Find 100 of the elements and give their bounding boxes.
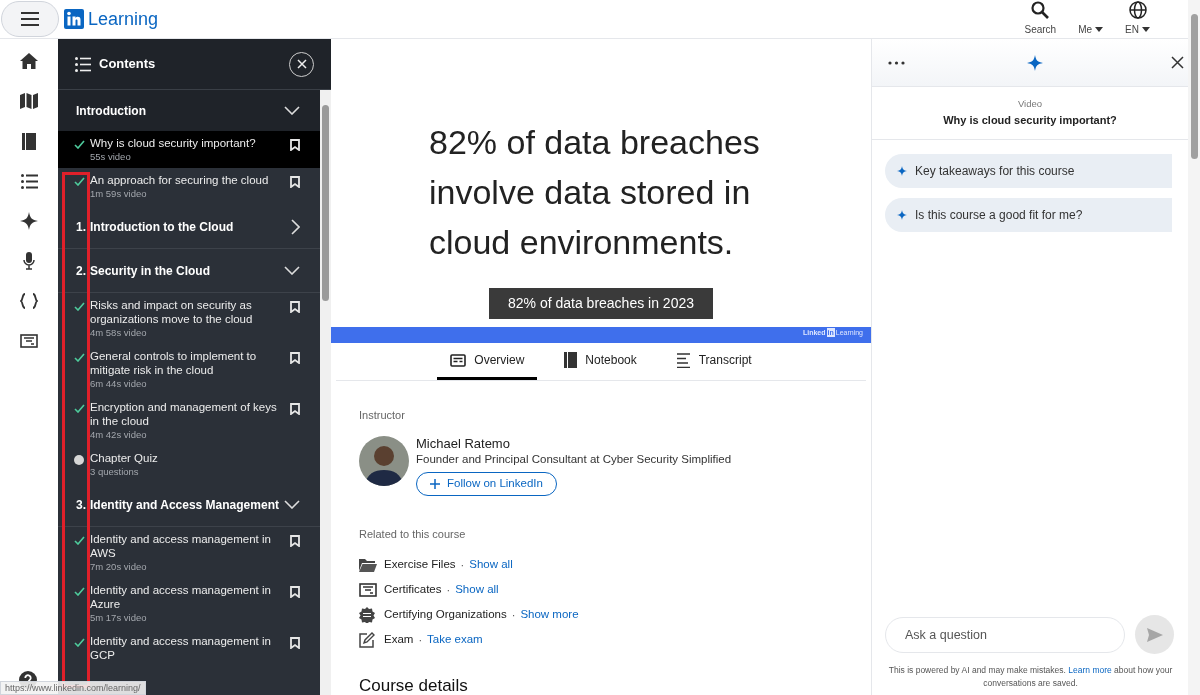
notebook-icon	[564, 352, 578, 368]
lesson-title: An approach for securing the cloud	[90, 173, 270, 187]
context-label: Video	[1017, 97, 1043, 111]
globe-icon	[1128, 1, 1147, 19]
caret-icon	[1095, 27, 1104, 32]
lesson-meta: 1m 59s video	[90, 187, 148, 200]
course-details-heading: Course details	[359, 675, 469, 695]
chevron-right-icon[interactable]	[291, 218, 300, 235]
chapter-title: Identity and Access Management	[90, 496, 279, 514]
chapter-number: 1.	[76, 218, 86, 236]
rail-button[interactable]	[18, 91, 40, 111]
sparkle-icon	[1027, 54, 1043, 71]
search-icon	[1031, 1, 1050, 19]
lesson-item[interactable]: Risks and impact on security as organizations move to the cloud 4m 58s video	[58, 293, 320, 344]
sparkle-icon	[20, 212, 38, 230]
instructor-avatar	[359, 435, 409, 486]
related-link[interactable]: Show all	[455, 581, 499, 599]
chevron-down-icon[interactable]	[284, 106, 300, 115]
overview-icon	[450, 353, 467, 367]
related-label: Exercise Files	[384, 557, 456, 573]
bookmark-icon[interactable]	[290, 535, 300, 547]
separator-dot: ·	[511, 607, 516, 623]
close-icon[interactable]	[1171, 56, 1184, 69]
more-options-icon[interactable]	[888, 60, 905, 65]
bookmark-icon[interactable]	[290, 176, 300, 188]
lesson-meta: 6m 44s video	[90, 377, 148, 390]
slide-text: 82% of data breaches	[429, 122, 761, 163]
menu-button[interactable]	[1, 1, 59, 37]
code-braces-icon	[20, 293, 38, 309]
bookmark-icon[interactable]	[290, 301, 300, 313]
bookmark-icon[interactable]	[290, 403, 300, 415]
rail-button[interactable]	[18, 51, 40, 71]
suggestion-chip[interactable]: Is this course a good fit for me?	[885, 197, 1172, 232]
video-caption: 82% of data breaches in 2023	[489, 288, 713, 319]
lesson-item[interactable]: Identity and access management in AWS 7m 20s video	[58, 527, 320, 578]
rail-button[interactable]	[18, 291, 40, 311]
lesson-item[interactable]: Chapter Quiz 3 questions	[58, 446, 320, 483]
bookmark-icon[interactable]	[290, 586, 300, 598]
related-link[interactable]: Show all	[469, 556, 513, 574]
microphone-icon	[23, 252, 35, 270]
chapter-header[interactable]: Introduction	[58, 90, 320, 131]
suggestion-chip[interactable]: Key takeaways for this course	[885, 153, 1172, 188]
chapter-number: 3.	[76, 496, 86, 514]
transcript-icon	[676, 352, 691, 368]
slide-text: involve data stored in	[429, 172, 752, 213]
map-icon	[20, 93, 38, 109]
logo-text: Learning	[88, 7, 159, 31]
related-label: Certifying Organizations	[384, 607, 507, 623]
plus-icon	[430, 478, 440, 489]
section-heading: Related to this course	[359, 526, 467, 542]
lesson-item[interactable]: General controls to implement to mitigate risk in the cloud 6m 44s video	[58, 344, 320, 395]
separator-dot: ·	[446, 582, 451, 598]
lesson-item[interactable]: Why is cloud security important? 55s video	[58, 131, 320, 168]
sparkle-icon	[897, 209, 907, 220]
rail-button[interactable]	[18, 171, 40, 191]
bookmark-icon[interactable]	[290, 139, 300, 151]
bookmark-icon[interactable]	[290, 352, 300, 364]
status-url: https://www.linkedin.com/learning/	[0, 681, 146, 695]
tab[interactable]: Overview	[437, 343, 538, 380]
lesson-title: Why is cloud security important?	[90, 136, 257, 150]
chapter-number: 2.	[76, 262, 86, 280]
slide-text: cloud environments.	[429, 222, 735, 263]
folder-icon	[359, 558, 377, 572]
separator-dot: ·	[460, 557, 465, 573]
home-icon	[20, 53, 38, 69]
learn-more-link[interactable]: Learn more	[1068, 665, 1112, 675]
lesson-title: Identity and access management in Azure	[90, 583, 272, 611]
lesson-item[interactable]: An approach for securing the cloud 1m 59s video	[58, 168, 320, 205]
related-link[interactable]: Show more	[520, 606, 579, 624]
tab[interactable]: Notebook	[551, 343, 650, 380]
caret-icon	[1142, 27, 1150, 32]
question-input[interactable]: Ask a question	[885, 616, 1125, 653]
chevron-down-icon[interactable]	[284, 266, 300, 275]
lesson-meta: 4m 58s video	[90, 326, 148, 339]
lesson-meta: 4m 42s video	[90, 428, 148, 441]
logo-icon	[64, 9, 84, 29]
chapter-title: Security in the Cloud	[90, 262, 211, 280]
related-link[interactable]: Take exam	[427, 631, 483, 649]
lesson-title: Chapter Quiz	[90, 451, 159, 465]
rail-button[interactable]	[18, 331, 40, 351]
related-label: Certificates	[384, 582, 442, 598]
chevron-down-icon[interactable]	[284, 500, 300, 509]
lesson-item[interactable]: Identity and access management in Azure 5m 17s video	[58, 578, 320, 629]
tab[interactable]: Transcript	[663, 343, 765, 380]
separator-dot: ·	[418, 632, 423, 648]
certificate-icon	[20, 334, 38, 348]
certificate-icon	[359, 583, 377, 597]
lesson-meta: 3 questions	[90, 465, 140, 478]
related-label: Exam	[384, 632, 414, 648]
language-nav-button[interactable]: EN	[1125, 1, 1150, 37]
me-nav-button[interactable]: Me	[1078, 1, 1104, 37]
context-title: Why is cloud security important?	[943, 113, 1117, 129]
lesson-item[interactable]: Identity and access management in GCP	[58, 629, 320, 667]
seal-icon	[359, 607, 375, 623]
bookmark-icon[interactable]	[290, 637, 300, 649]
lesson-item[interactable]: Encryption and management of keys in the cloud 4m 42s video	[58, 395, 320, 446]
sparkle-icon	[897, 165, 907, 176]
lesson-meta: 55s video	[90, 150, 132, 163]
chapter-title: Introduction	[76, 102, 146, 120]
search-nav-button[interactable]: Search	[1024, 1, 1057, 37]
